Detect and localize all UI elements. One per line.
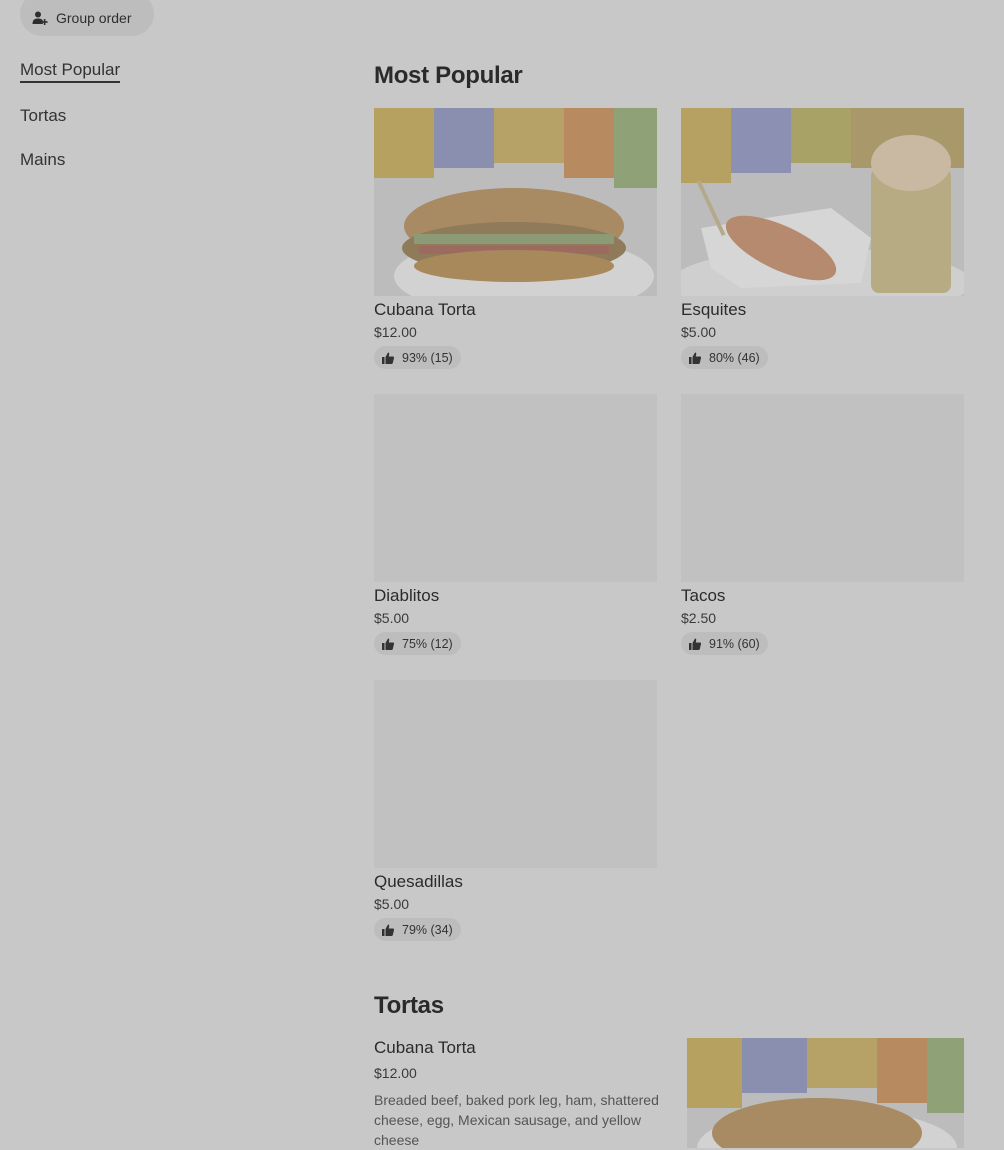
thumbs-up-icon <box>382 638 394 650</box>
add-person-icon <box>32 11 48 25</box>
rating-text: 93% (15) <box>402 350 453 365</box>
quesadillas-image-placeholder <box>374 680 657 868</box>
tacos-image-placeholder <box>681 394 964 582</box>
item-name: Quesadillas <box>374 872 463 891</box>
rating-badge: 75% (12) <box>374 632 461 655</box>
item-name: Cubana Torta <box>374 300 476 319</box>
menu-card-esquites[interactable]: Esquites $5.00 80% (46) <box>681 108 964 369</box>
menu-card-cubana-torta[interactable]: Cubana Torta $12.00 93% (15) <box>374 108 657 369</box>
rating-text: 80% (46) <box>709 350 760 365</box>
thumbs-up-icon <box>689 638 701 650</box>
diablitos-image-placeholder <box>374 394 657 582</box>
menu-card-diablitos[interactable]: Diablitos $5.00 75% (12) <box>374 394 657 655</box>
section-title-most-popular: Most Popular <box>374 62 523 89</box>
rating-badge: 80% (46) <box>681 346 768 369</box>
item-description: Breaded beef, baked pork leg, ham, shatt… <box>374 1092 659 1148</box>
item-name: Diablitos <box>374 586 440 605</box>
cubana-torta-list-image[interactable] <box>687 1038 964 1148</box>
thumbs-up-icon <box>382 352 394 364</box>
rating-badge: 79% (34) <box>374 918 461 941</box>
thumbs-up-icon <box>382 924 394 936</box>
sidebar-item-most-popular[interactable]: Most Popular <box>20 60 121 83</box>
group-order-label: Group order <box>56 10 132 26</box>
thumbs-up-icon <box>689 352 701 364</box>
item-price: $12.00 <box>374 324 417 340</box>
item-price: $2.50 <box>681 610 717 626</box>
rating-text: 75% (12) <box>402 636 453 651</box>
item-price: $5.00 <box>681 324 717 340</box>
menu-card-tacos[interactable]: Tacos $2.50 91% (60) <box>681 394 964 655</box>
group-order-button[interactable]: Group order <box>20 0 154 36</box>
menu-card-quesadillas[interactable]: Quesadillas $5.00 79% (34) <box>374 680 657 941</box>
item-price: $5.00 <box>374 610 410 626</box>
cubana-torta-image <box>374 108 657 296</box>
sidebar-item-tortas[interactable]: Tortas <box>20 106 66 126</box>
section-title-tortas: Tortas <box>374 992 444 1019</box>
rating-text: 91% (60) <box>709 636 760 651</box>
rating-text: 79% (34) <box>402 922 453 937</box>
sidebar-item-mains[interactable]: Mains <box>20 150 65 170</box>
esquites-image <box>681 108 964 296</box>
rating-badge: 91% (60) <box>681 632 768 655</box>
rating-badge: 93% (15) <box>374 346 461 369</box>
item-price: $5.00 <box>374 896 410 912</box>
item-name: Tacos <box>681 586 726 605</box>
item-name: Esquites <box>681 300 747 319</box>
